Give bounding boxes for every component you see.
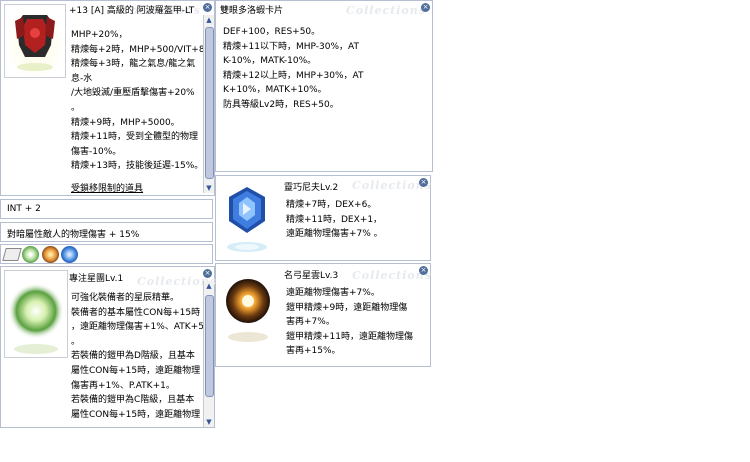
orange-orb-icon bbox=[219, 267, 277, 347]
stat-bar-dark-damage: 對暗屬性敵人的物理傷害 + 15% bbox=[0, 222, 213, 242]
stat-text: 對暗屬性敵人的物理傷害 + 15% bbox=[7, 230, 140, 240]
close-icon[interactable]: × bbox=[203, 3, 212, 12]
desc-line: 遠距離物理傷害+7% 。 bbox=[286, 229, 383, 240]
desc-line: 傷害再+1%、P.ATK+1。 bbox=[71, 380, 175, 391]
desc-line: K+10%，MATK+10%。 bbox=[223, 85, 327, 96]
desc-line: 害再+15%。 bbox=[286, 346, 341, 357]
stat-bar-int: INT + 2 bbox=[0, 199, 213, 219]
desc-line: DEF+100，RES+50。 bbox=[223, 27, 321, 37]
desc-line: 鎧甲精煉+9時，遠距離物理傷 bbox=[286, 302, 408, 313]
restriction-link[interactable]: 受鎖移限制的道具 bbox=[71, 181, 143, 194]
stat-text: INT + 2 bbox=[7, 204, 41, 214]
blue-gem-icon[interactable] bbox=[61, 246, 78, 263]
desc-line: 若裝備的鎧甲為C階級，且基本 bbox=[71, 395, 195, 406]
scroll-thumb[interactable] bbox=[205, 295, 214, 397]
armor-scrollbar[interactable]: ▲ ▼ bbox=[203, 15, 214, 193]
desc-line: /大地毀滅/重壓盾擊傷害+20% bbox=[71, 88, 195, 99]
armor-icon bbox=[4, 4, 66, 78]
card-slot-icon[interactable] bbox=[2, 248, 22, 261]
desc-line: 精煉+12以上時，MHP+30%，AT bbox=[223, 70, 364, 81]
desc-line: 精煉每+2時，MHP+500/VIT+8。 bbox=[71, 44, 214, 55]
card-item-window: Collections 雙眼多洛蝦卡片 × DEF+100，RES+50。 精煉… bbox=[215, 0, 433, 172]
desc-line: 精煉+7時，DEX+6。 bbox=[286, 200, 377, 210]
armor-description: MHP+20%， 精煉每+2時，MHP+500/VIT+8。 精煉每+3時，龍之… bbox=[71, 28, 214, 174]
gem1-description: 精煉+7時，DEX+6。 精煉+11時，DEX+1， 遠距離物理傷害+7% 。 bbox=[286, 198, 383, 242]
desc-line: 精煉+13時，技能後延遲-15%。 bbox=[71, 161, 204, 172]
desc-line: 遠距離物理傷害+7%。 bbox=[286, 288, 380, 298]
focus-item-window: Collections 專注星團Lv.1 × 可強化裝備者的星辰精華。 裝備者的… bbox=[0, 266, 216, 428]
close-icon[interactable]: × bbox=[203, 269, 212, 278]
armor-title: +13 [A] 高級的 阿波羅盔甲-LT bbox=[69, 6, 195, 16]
desc-line: 精煉+11時，DEX+1， bbox=[286, 214, 383, 225]
gem1-title: 靈巧尼夫Lv.2 bbox=[284, 183, 339, 193]
scroll-down-icon[interactable]: ▼ bbox=[205, 184, 213, 192]
card-description: DEF+100，RES+50。 精煉+11以下時，MHP-30%，AT K-10… bbox=[223, 25, 363, 113]
desc-line: 鎧甲精煉+11時，遠距離物理傷 bbox=[286, 331, 413, 342]
desc-line: 精煉每+3時，龍之氣息/龍之氣 bbox=[71, 59, 196, 70]
desc-line: 息-水 bbox=[71, 73, 93, 84]
desc-line: 可強化裝備者的星辰精華。 bbox=[71, 293, 180, 303]
desc-line: 精煉+9時，MHP+5000。 bbox=[71, 117, 180, 128]
card-watermark: Collections bbox=[346, 4, 426, 17]
desc-line: 若裝備的鎧甲為D階級，且基本 bbox=[71, 351, 195, 362]
blue-gem-icon bbox=[219, 179, 275, 257]
scroll-up-icon[interactable]: ▲ bbox=[205, 282, 213, 290]
green-orb-icon bbox=[4, 270, 68, 358]
armor-item-window: Collections +13 [A] 高級的 阿波羅盔甲-LT × MHP+2… bbox=[0, 0, 215, 196]
gem1-item-window: Collections 靈巧尼夫Lv.2 × 精煉+7時，DEX+6。 精煉+1… bbox=[215, 175, 431, 261]
desc-line: 害再+7%。 bbox=[286, 317, 335, 328]
scroll-down-icon[interactable]: ▼ bbox=[205, 418, 213, 426]
desc-line: 屬性CON每+15時，遠距離物理 bbox=[71, 409, 201, 420]
close-icon[interactable]: × bbox=[419, 266, 428, 275]
desc-line: K-10%，MATK-10%。 bbox=[223, 56, 317, 67]
green-orb-icon[interactable] bbox=[22, 246, 39, 263]
focus-title: 專注星團Lv.1 bbox=[69, 274, 124, 284]
desc-line: 精煉+11時，受到全體型的物理 bbox=[71, 132, 198, 143]
orange-orb-icon[interactable] bbox=[42, 246, 59, 263]
focus-description: 可強化裝備者的星辰精華。 裝備者的基本屬性CON每+15時 ，遠距離物理傷害+1… bbox=[71, 291, 204, 422]
desc-line: 。 bbox=[71, 102, 81, 113]
gem2-item-window: Collections 名弓星雲Lv.3 × 遠距離物理傷害+7%。 鎧甲精煉+… bbox=[215, 263, 431, 367]
desc-line: 防具等級Lv2時，RES+50。 bbox=[223, 99, 339, 110]
gem2-description: 遠距離物理傷害+7%。 鎧甲精煉+9時，遠距離物理傷 害再+7%。 鎧甲精煉+1… bbox=[286, 286, 413, 359]
desc-line: 。 bbox=[71, 336, 81, 347]
desc-line: 精煉+11以下時，MHP-30%，AT bbox=[223, 41, 359, 52]
gem2-title: 名弓星雲Lv.3 bbox=[284, 271, 339, 281]
close-icon[interactable]: × bbox=[419, 178, 428, 187]
desc-line: 裝備者的基本屬性CON每+15時 bbox=[71, 307, 201, 318]
scroll-thumb[interactable] bbox=[205, 27, 214, 179]
scroll-up-icon[interactable]: ▲ bbox=[205, 16, 213, 24]
desc-line: 屬性CON每+15時，遠距離物理 bbox=[71, 365, 201, 376]
desc-line: ，遠距離物理傷害+1%、ATK+5 bbox=[71, 322, 204, 333]
focus-scrollbar[interactable]: ▲ ▼ bbox=[203, 281, 214, 427]
desc-line: MHP+20%， bbox=[71, 30, 128, 40]
card-title: 雙眼多洛蝦卡片 bbox=[220, 6, 284, 16]
desc-line: 傷害-10%。 bbox=[71, 146, 122, 157]
close-icon[interactable]: × bbox=[421, 3, 430, 12]
enchant-slots-row bbox=[0, 244, 213, 264]
